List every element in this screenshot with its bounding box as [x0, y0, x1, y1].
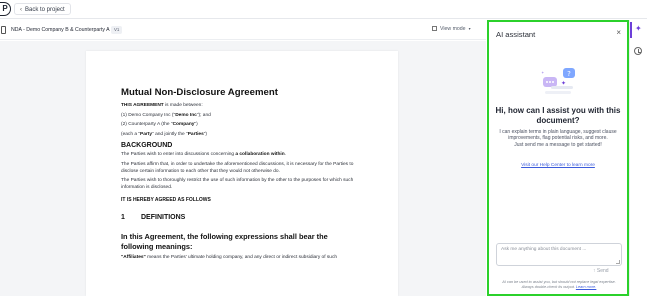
view-mode-dropdown[interactable]: View mode ▾ [432, 26, 471, 32]
version-badge: V1 [111, 26, 123, 34]
background-paragraph-1: The Parties wish to enter into discussio… [121, 152, 287, 158]
ai-assistant-panel: AI assistant × ? ✦ ✦ Hi, how can I assis… [487, 20, 629, 296]
document-header: NDA - Demo Company B & Counterparty A V1… [0, 21, 486, 40]
document-canvas[interactable]: Mutual Non-Disclosure Agreement THIS AGR… [0, 41, 486, 296]
right-tool-rail: ✦ [629, 20, 647, 296]
svg-text:?: ? [567, 70, 571, 78]
affiliates-definition: "Affiliates" means the Parties' ultimate… [121, 255, 338, 261]
document-content: Mutual Non-Disclosure Agreement THIS AGR… [121, 87, 361, 265]
ai-input-placeholder: Ask me anything about this document ... [501, 247, 587, 252]
chevron-down-icon: ▾ [468, 26, 471, 31]
intro-line: THIS AGREEMENT is made between: [121, 103, 203, 108]
ai-disclaimer: AI can be used to assist you, but should… [502, 280, 616, 289]
ai-illustration-icon: ? ✦ ✦ [541, 68, 575, 94]
view-mode-label: View mode [440, 26, 466, 32]
document-title: NDA - Demo Company B & Counterparty A [11, 27, 110, 33]
back-to-project-label: Back to project [25, 7, 65, 13]
definitions-heading: In this Agreement, the following express… [121, 232, 328, 251]
party-2: (2) Counterparty A (the "Company") [121, 122, 198, 128]
ai-greeting-heading: Hi, how can I assist you with this docum… [495, 106, 621, 125]
close-icon[interactable]: × [616, 29, 621, 37]
svg-text:✦: ✦ [541, 70, 545, 75]
ai-panel-title: AI assistant [496, 30, 536, 39]
background-paragraph-2: The Parties affirm that, in order to und… [121, 161, 354, 174]
ai-prompt-text: Just send me a message to get started! [514, 141, 602, 148]
app-logo[interactable]: P [0, 2, 11, 16]
chevron-left-icon: ‹ [20, 7, 22, 13]
view-mode-icon [432, 26, 437, 31]
send-button[interactable]: ↑ Send [593, 268, 609, 274]
parties-definition: (each a "Party" and jointly the "Parties… [121, 131, 208, 137]
background-paragraph-3: The Parties wish to thoroughly restrict … [121, 178, 354, 190]
section-heading: 1 DEFINITIONS [121, 214, 186, 222]
background-heading: BACKGROUND [121, 142, 173, 150]
ai-sparkle-icon[interactable]: ✦ [635, 25, 642, 33]
ai-description: I can explain terms in plain language, s… [499, 129, 617, 148]
svg-text:✦: ✦ [561, 80, 566, 87]
ai-message-input[interactable]: Ask me anything about this document ... [496, 243, 622, 266]
help-center-link[interactable]: Visit our Help Center to learn more [495, 163, 621, 168]
history-icon[interactable] [634, 47, 642, 55]
agreement-title: Mutual Non-Disclosure Agreement [121, 87, 278, 98]
document-icon [1, 26, 6, 34]
resize-handle-icon[interactable] [616, 260, 620, 264]
active-tab-indicator [630, 22, 632, 38]
document-page[interactable]: Mutual Non-Disclosure Agreement THIS AGR… [86, 51, 398, 296]
learn-more-link[interactable]: Learn more. [576, 285, 596, 289]
party-1: (1) Demo Company Inc ("Demo Inc"); and [121, 112, 211, 118]
top-bar: P ‹ Back to project [0, 0, 647, 19]
agreed-heading: IT IS HEREBY AGREED AS FOLLOWS [121, 197, 211, 204]
back-to-project-button[interactable]: ‹ Back to project [14, 3, 71, 15]
